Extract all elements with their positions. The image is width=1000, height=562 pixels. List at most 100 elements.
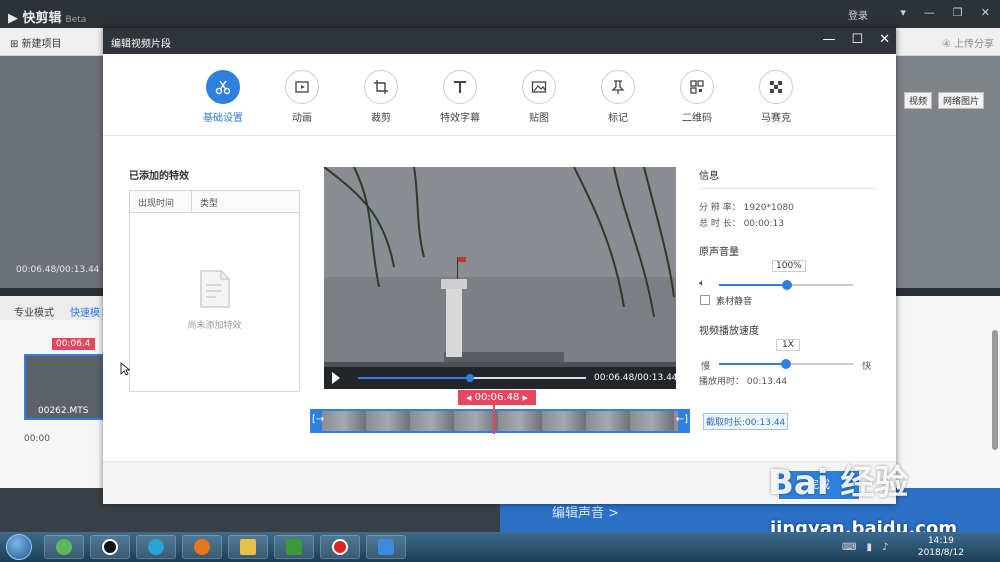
timeline-zero: 00:00 [24, 434, 50, 444]
trim-end-handle-icon[interactable]: ←] [676, 414, 688, 425]
qrcode-icon [680, 70, 714, 104]
system-tray: ⌨ ▮ ♪ [842, 542, 888, 553]
volume-fill [719, 284, 787, 286]
resolution: 分 辨 率： 1920*1080 [699, 203, 794, 213]
net-image-button[interactable]: 网络图片 [938, 92, 985, 109]
animation-icon [285, 70, 319, 104]
play-icon[interactable] [332, 372, 340, 384]
taskbar-clock[interactable]: 14:19 2018/8/12 [918, 535, 964, 559]
login-link[interactable]: 登录 [848, 7, 868, 22]
column-time: 出现时间 [138, 199, 175, 209]
tab-basic[interactable]: 基础设置 [193, 70, 253, 124]
taskbar-app-firefox[interactable] [182, 535, 222, 559]
strip-time-marker[interactable]: ◀ 00:06.48 ▶ [458, 390, 536, 405]
clip-length: 截取时长:00:13.44 [703, 413, 789, 430]
duration: 总 时 长： 00:00:13 [699, 219, 785, 229]
timeline-background-right [896, 296, 1000, 488]
play-time: 播放用时： 00:13.44 [699, 377, 788, 387]
trim-start-handle-icon[interactable]: [→ [312, 414, 324, 425]
preview-background [0, 56, 104, 288]
tab-label: 贴图 [529, 113, 549, 124]
speaker-icon[interactable]: 🔈︎ [699, 278, 705, 289]
kuaijianji-icon [378, 539, 394, 555]
clock-date: 2018/8/12 [917, 548, 964, 558]
tab-qrcode[interactable]: 二维码 [667, 70, 727, 124]
network-icon[interactable]: ▮ [866, 542, 872, 553]
tab-label: 二维码 [682, 113, 712, 124]
scrollbar[interactable] [992, 330, 998, 450]
tab-mosaic[interactable]: 马赛克 [746, 70, 806, 124]
app-name: 快剪辑 [22, 11, 62, 26]
maximize-icon[interactable]: ❐ [953, 6, 963, 19]
column-divider [191, 191, 192, 213]
player-time: 00:06.48/00:13.44 [594, 373, 678, 383]
app-window-controls: ▾ — ❐ ✕ [900, 6, 990, 19]
app-titlebar: ▶ 快剪辑 Beta 登录 ▾ — ❐ ✕ [0, 0, 1000, 28]
strip-cursor[interactable] [493, 404, 495, 434]
dialog-title: 编辑视频片段 [111, 39, 171, 50]
media-icon [286, 539, 302, 555]
start-button-icon[interactable] [6, 534, 32, 560]
preview-time: 00:06.48/00:13.44 [16, 265, 100, 275]
volume-handle[interactable] [782, 280, 792, 290]
speed-title: 视频播放速度 [699, 326, 759, 337]
fast-mode-tab[interactable]: 快速模 [70, 304, 100, 319]
player-controls: 00:06.48/00:13.44 [324, 367, 678, 389]
taskbar-app-360[interactable] [44, 535, 84, 559]
effects-title: 已添加的特效 [129, 171, 189, 182]
firefox-icon [194, 539, 210, 555]
tab-animation[interactable]: 动画 [272, 70, 332, 124]
video-preview[interactable] [324, 167, 676, 389]
taskbar-app-recorder[interactable] [320, 535, 360, 559]
mute-checkbox[interactable] [700, 295, 710, 305]
volume-tray-icon[interactable]: ♪ [882, 542, 888, 553]
dialog-tabs: 基础设置 动画 裁剪 特效字幕 贴图 标记 二维码 马赛克 [103, 54, 896, 136]
seek-handle[interactable] [466, 374, 474, 382]
right-buttons: 视频 网络图片 [904, 92, 985, 109]
tab-sticker[interactable]: 贴图 [509, 70, 569, 124]
upload-share-label: 上传分享 [954, 39, 994, 50]
keyboard-icon[interactable]: ⌨ [842, 542, 856, 553]
tab-crop[interactable]: 裁剪 [351, 70, 411, 124]
taskbar-app-kuaijianji[interactable] [366, 535, 406, 559]
clip-strip[interactable]: [→ ←] [310, 409, 690, 433]
minimize-icon[interactable]: — [924, 6, 935, 19]
dialog-close-icon[interactable]: ✕ [879, 32, 890, 48]
upload-share-button[interactable]: ④ 上传分享 [942, 35, 994, 50]
close-icon[interactable]: ✕ [981, 6, 990, 19]
info-title: 信息 [699, 171, 719, 182]
taskbar-app-qq[interactable] [90, 535, 130, 559]
dialog-maximize-icon[interactable]: ☐ [851, 32, 863, 48]
taskbar-app-media[interactable] [274, 535, 314, 559]
tab-mark[interactable]: 标记 [588, 70, 648, 124]
tab-label: 动画 [292, 113, 312, 124]
menu-icon[interactable]: ▾ [900, 6, 906, 19]
new-project-button[interactable]: ⊞ 新建项目 [10, 35, 62, 50]
empty-document-icon [200, 270, 230, 308]
mosaic-icon [759, 70, 793, 104]
app-logo: ▶ 快剪辑 Beta [8, 11, 87, 26]
tab-text[interactable]: 特效字幕 [430, 70, 490, 124]
dialog-minimize-icon[interactable]: — [822, 32, 835, 48]
pin-icon [601, 70, 635, 104]
video-button[interactable]: 视频 [904, 92, 933, 109]
taskbar-app-player[interactable] [136, 535, 176, 559]
folder-icon [240, 539, 256, 555]
image-icon [522, 70, 556, 104]
record-icon [332, 539, 348, 555]
baidu-watermark: Bai 经验 [768, 463, 909, 503]
timeline-marker[interactable]: 00:06.4 [52, 338, 95, 350]
speed-slow-label: 慢 [701, 362, 711, 372]
video-frame-image [324, 167, 676, 389]
app-360-icon [56, 539, 72, 555]
tab-label: 基础设置 [203, 113, 243, 124]
preview-background-right [896, 56, 1000, 288]
speed-handle[interactable] [781, 359, 791, 369]
taskbar-app-explorer[interactable] [228, 535, 268, 559]
pro-mode-tab[interactable]: 专业模式 [14, 304, 54, 319]
taskbar: ⌨ ▮ ♪ 14:19 2018/8/12 [0, 532, 1000, 562]
mute-label: 素材静音 [716, 297, 753, 307]
dialog-titlebar: 编辑视频片段 — ☐ ✕ [103, 28, 896, 54]
scissors-icon [206, 70, 240, 104]
timeline-clip-name: 00262.MTS [38, 406, 89, 416]
